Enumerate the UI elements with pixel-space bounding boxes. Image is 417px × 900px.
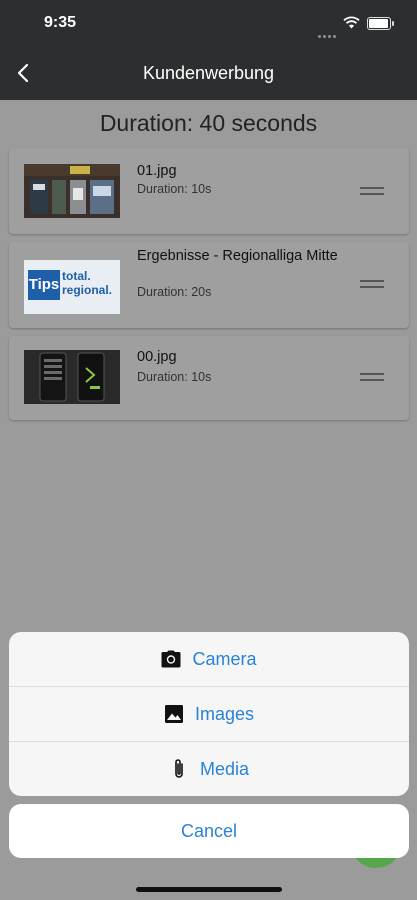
item-duration: Duration: 10s xyxy=(137,182,212,196)
paperclip-icon xyxy=(169,759,189,779)
signal-icon xyxy=(318,25,338,43)
image-icon xyxy=(164,704,184,724)
status-time: 9:35 xyxy=(44,14,77,31)
home-indicator xyxy=(136,887,282,892)
images-label: Images xyxy=(194,703,255,724)
regional-logo-line1: total. xyxy=(62,269,91,283)
list-item[interactable]: 01.jpg Duration: 10s xyxy=(9,148,409,234)
media-option[interactable]: Media xyxy=(9,742,409,796)
battery-icon xyxy=(367,17,394,30)
thumbnail-image xyxy=(24,164,120,218)
thumbnail-image xyxy=(24,350,120,404)
camera-icon xyxy=(161,649,181,669)
regional-logo-line2: regional. xyxy=(62,283,113,297)
images-option[interactable]: Images xyxy=(9,687,409,742)
total-duration: Duration: 40 seconds xyxy=(99,110,318,136)
list-item[interactable]: Tips total. regional. Ergebnisse - Regio… xyxy=(9,242,409,328)
wifi-icon xyxy=(343,16,360,29)
status-bar: 9:35 xyxy=(0,0,417,46)
camera-option[interactable]: Camera xyxy=(9,632,409,687)
navigation-bar: Kundenwerbung xyxy=(0,46,417,100)
cancel-button[interactable]: Cancel xyxy=(9,804,409,858)
tips-logo-text: Tips xyxy=(28,270,60,300)
drag-handle-icon[interactable] xyxy=(360,187,384,199)
media-label: Media xyxy=(199,758,250,779)
list-item[interactable]: 00.jpg Duration: 10s xyxy=(9,336,409,420)
item-duration: Duration: 20s xyxy=(137,285,212,299)
drag-handle-icon[interactable] xyxy=(360,280,384,292)
item-title: 01.jpg xyxy=(137,163,177,179)
page-title: Kundenwerbung xyxy=(142,63,275,83)
camera-label: Camera xyxy=(192,648,257,669)
item-title: Ergebnisse - Regionalliga Mitte xyxy=(137,248,338,264)
thumbnail-image: Tips total. regional. xyxy=(24,260,120,314)
action-sheet: Camera Images Media xyxy=(9,632,409,796)
item-title: 00.jpg xyxy=(137,349,177,365)
drag-handle-icon[interactable] xyxy=(360,373,384,385)
item-duration: Duration: 10s xyxy=(137,370,212,384)
